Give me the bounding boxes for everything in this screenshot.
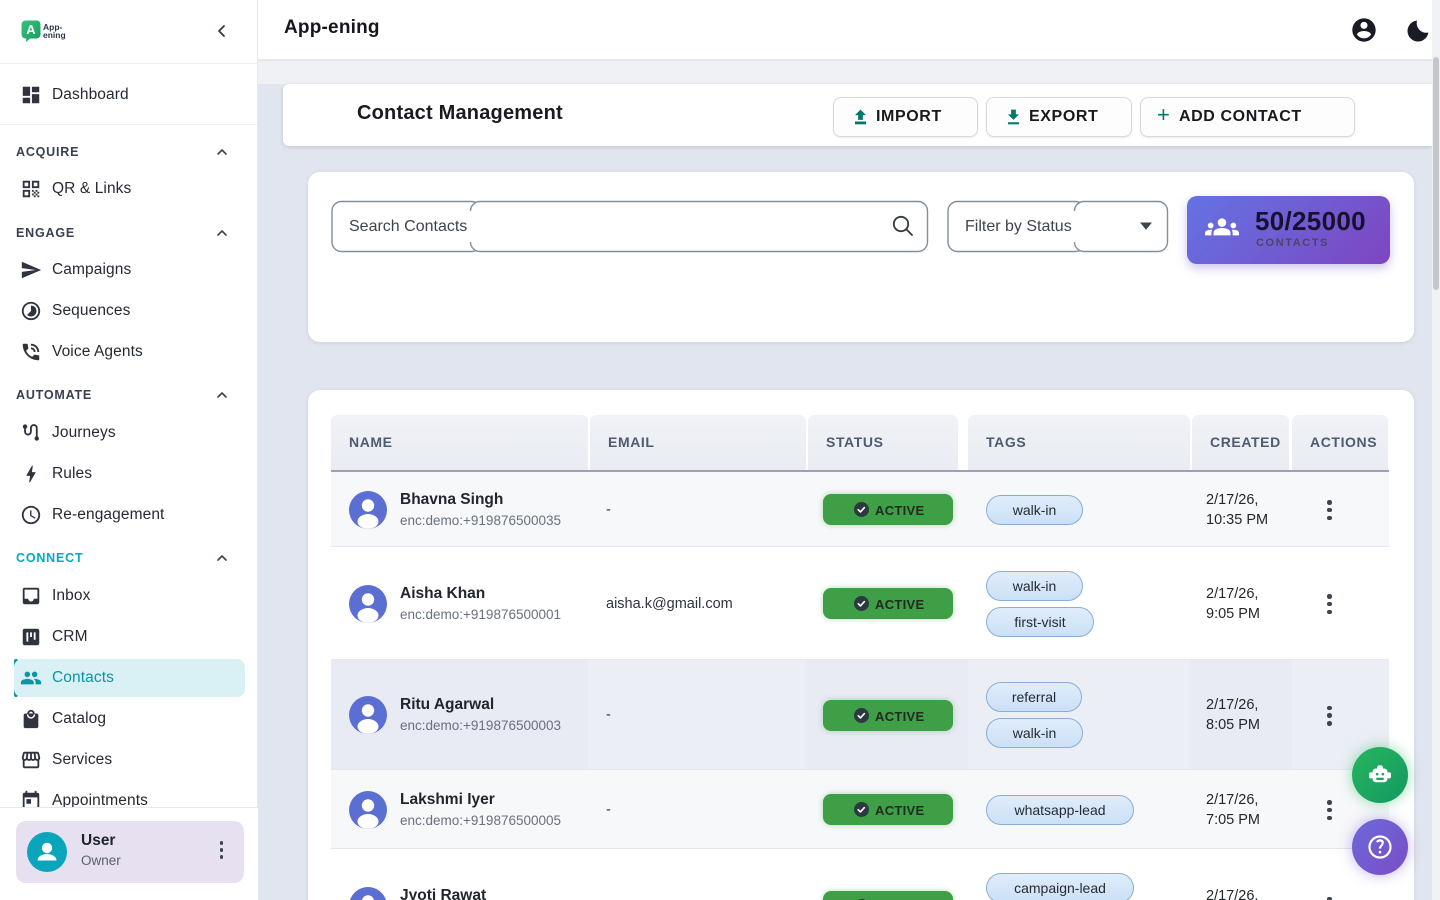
- svg-text:A: A: [26, 22, 36, 37]
